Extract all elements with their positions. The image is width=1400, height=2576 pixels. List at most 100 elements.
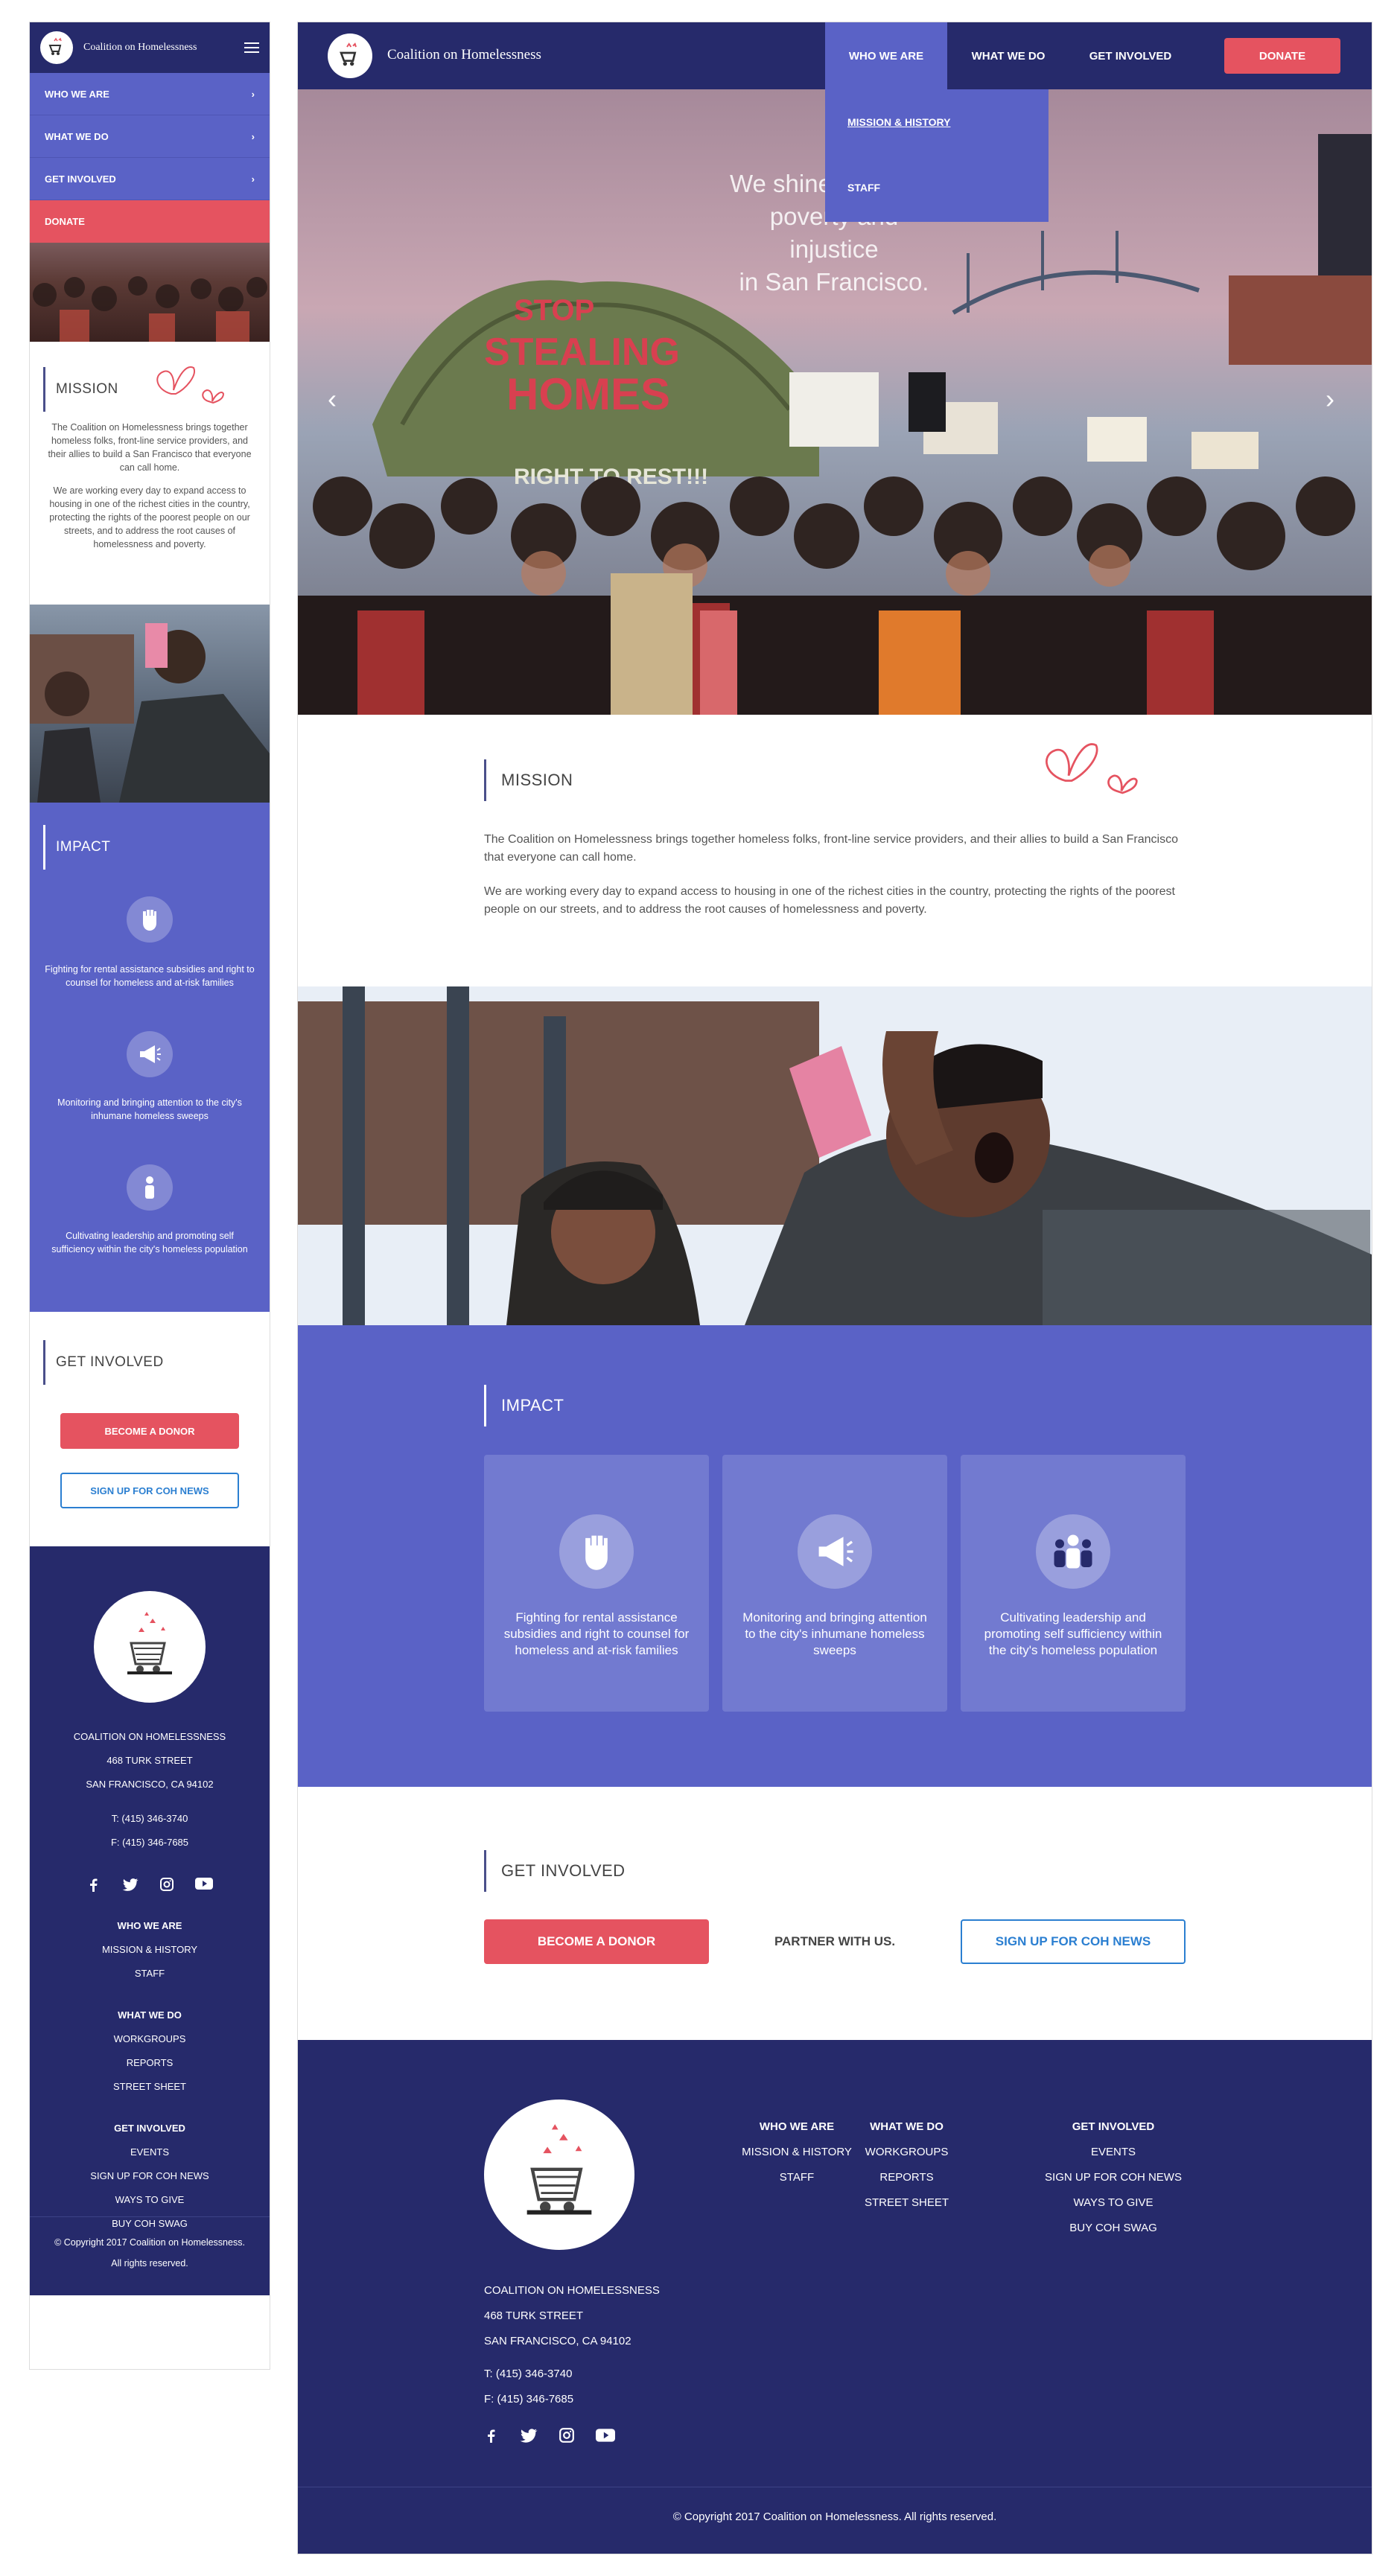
impact-card: Cultivating leadership and promoting sel… [961,1455,1186,1712]
people-icon [127,1164,173,1211]
social-links [484,2427,615,2443]
donate-button[interactable]: DONATE [1224,38,1340,74]
logo[interactable] [328,34,372,78]
social-links [30,1877,270,1892]
become-donor-button[interactable]: BECOME A DONOR [60,1413,239,1449]
footer-link[interactable]: BUY COH SWAG [1024,2216,1203,2241]
mobile-nav-what-we-do[interactable]: WHAT WE DO › [30,115,270,158]
footer-link[interactable]: STAFF [730,2165,864,2190]
mobile-copyright: © Copyright 2017 Coalition on Homelessne… [30,2216,270,2274]
footer-phone: T: (415) 346-3740 [484,2368,573,2380]
instagram-icon[interactable] [559,2427,575,2443]
instagram-icon[interactable] [159,1877,174,1892]
mobile-impact-section: IMPACT Fighting for rental assistance su… [30,803,270,1312]
desktop-header: Coalition on Homelessness WHO WE ARE WHA… [298,22,1372,89]
footer-logo[interactable] [94,1591,206,1703]
footer-heading-get-involved[interactable]: GET INVOLVED [1024,2114,1203,2140]
megaphone-icon [798,1514,872,1589]
sign-up-news-button[interactable]: SIGN UP FOR COH NEWS [961,1919,1186,1964]
get-involved-heading: GET INVOLVED [484,1850,626,1892]
mobile-impact-item: Monitoring and bringing attention to the… [43,1031,256,1123]
mobile-hero-photo [30,243,270,342]
footer-heading-who-we-are[interactable]: WHO WE ARE [730,2114,864,2140]
footer-heading-who-we-are[interactable]: WHO WE ARE [30,1914,270,1938]
facebook-icon[interactable] [484,2427,499,2443]
footer-heading-get-involved[interactable]: GET INVOLVED [30,2117,270,2140]
dropdown-mission-history[interactable]: MISSION & HISTORY [847,116,950,128]
impact-title: IMPACT [56,839,111,855]
impact-text: Cultivating leadership and promoting sel… [51,1231,248,1254]
footer-link[interactable]: STAFF [30,1962,270,1986]
impact-text: Monitoring and bringing attention to the… [742,1610,927,1658]
footer-link[interactable]: SIGN UP FOR COH NEWS [1024,2165,1203,2190]
footer-logo[interactable] [484,2100,634,2250]
impact-heading: IMPACT [484,1385,564,1426]
mobile-nav-label: WHAT WE DO [45,130,109,142]
twitter-icon[interactable] [520,2427,538,2443]
who-we-are-dropdown: MISSION & HISTORY STAFF [825,89,1049,222]
impact-title: IMPACT [501,1396,564,1415]
chevron-right-icon[interactable]: › [1326,383,1334,415]
footer-link[interactable]: WORKGROUPS [30,2027,270,2051]
footer-street: 468 TURK STREET [106,1755,193,1766]
logo[interactable] [40,31,73,64]
brand-name[interactable]: Coalition on Homelessness [387,47,541,63]
heading-accent-bar [484,759,486,801]
mobile-footer: COALITION ON HOMELESSNESS 468 TURK STREE… [30,1546,270,2295]
sign-up-news-button[interactable]: SIGN UP FOR COH NEWS [60,1473,239,1508]
footer-city: SAN FRANCISCO, CA 94102 [484,2335,631,2347]
footer-link[interactable]: WAYS TO GIVE [1024,2190,1203,2216]
mobile-nav-get-involved[interactable]: GET INVOLVED › [30,158,270,200]
footer-link[interactable]: WORKGROUPS [849,2140,964,2165]
footer-link[interactable]: EVENTS [1024,2140,1203,2165]
mobile-mission-section: MISSION The Coalition on Homelessness br… [30,342,270,605]
menu-icon[interactable] [244,42,259,53]
footer-link[interactable]: REPORTS [849,2165,964,2190]
copyright-line-2: All rights reserved. [111,2258,188,2269]
chevron-left-icon[interactable]: ‹ [328,383,337,415]
footer-link[interactable]: REPORTS [30,2051,270,2075]
footer-fax: F: (415) 346-7685 [484,2393,574,2406]
mobile-header: Coalition on Homelessness [30,22,270,73]
twitter-icon[interactable] [122,1877,139,1892]
mobile-impact-heading: IMPACT [43,825,256,870]
footer-phone: T: (415) 346-3740 [111,1813,188,1824]
heading-accent-bar [484,1850,486,1892]
get-involved-title: GET INVOLVED [501,1861,626,1880]
mission-paragraph-2: We are working every day to expand acces… [484,885,1175,916]
nav-who-we-are[interactable]: WHO WE ARE [825,22,947,89]
footer: COALITION ON HOMELESSNESS 468 TURK STREE… [298,2040,1372,2554]
dropdown-staff[interactable]: STAFF [847,182,880,194]
mobile-impact-item: Cultivating leadership and promoting sel… [43,1164,256,1256]
brand-name[interactable]: Coalition on Homelessness [83,42,234,54]
heading-accent-bar [43,1340,45,1385]
impact-text: Fighting for rental assistance subsidies… [45,964,255,988]
svg-text:STOP: STOP [514,294,594,327]
nav-what-we-do[interactable]: WHAT WE DO [947,22,1069,89]
mobile-nav-who-we-are[interactable]: WHO WE ARE › [30,73,270,115]
facebook-icon[interactable] [86,1877,101,1892]
chevron-right-icon: › [251,88,255,100]
footer-link[interactable]: WAYS TO GIVE [30,2188,270,2212]
footer-heading-what-we-do[interactable]: WHAT WE DO [849,2114,964,2140]
protest-photo [298,986,1372,1325]
nav-get-involved[interactable]: GET INVOLVED [1069,22,1191,89]
desktop-page: Coalition on Homelessness WHO WE ARE WHA… [298,22,1372,2554]
partner-link[interactable]: PARTNER WITH US. [722,1919,947,1964]
footer-link[interactable]: STREET SHEET [849,2190,964,2216]
youtube-icon[interactable] [596,2428,615,2443]
become-donor-button[interactable]: BECOME A DONOR [484,1919,709,1964]
mobile-get-involved-heading: GET INVOLVED [43,1340,256,1385]
youtube-icon[interactable] [195,1877,213,1890]
footer-column-get-involved: GET INVOLVED EVENTS SIGN UP FOR COH NEWS… [1024,2114,1203,2241]
mission-paragraph-2: We are working every day to expand acces… [49,485,250,550]
footer-street: 468 TURK STREET [484,2309,584,2322]
footer-link[interactable]: MISSION & HISTORY [730,2140,864,2165]
mobile-footer-nav: WHO WE ARE MISSION & HISTORY STAFF WHAT … [30,1914,270,2236]
footer-heading-what-we-do[interactable]: WHAT WE DO [30,2003,270,2027]
mobile-nav-donate[interactable]: DONATE [30,200,270,243]
footer-link[interactable]: SIGN UP FOR COH NEWS [30,2164,270,2188]
footer-link[interactable]: EVENTS [30,2140,270,2164]
footer-link[interactable]: STREET SHEET [30,2075,270,2099]
footer-link[interactable]: MISSION & HISTORY [30,1938,270,1962]
